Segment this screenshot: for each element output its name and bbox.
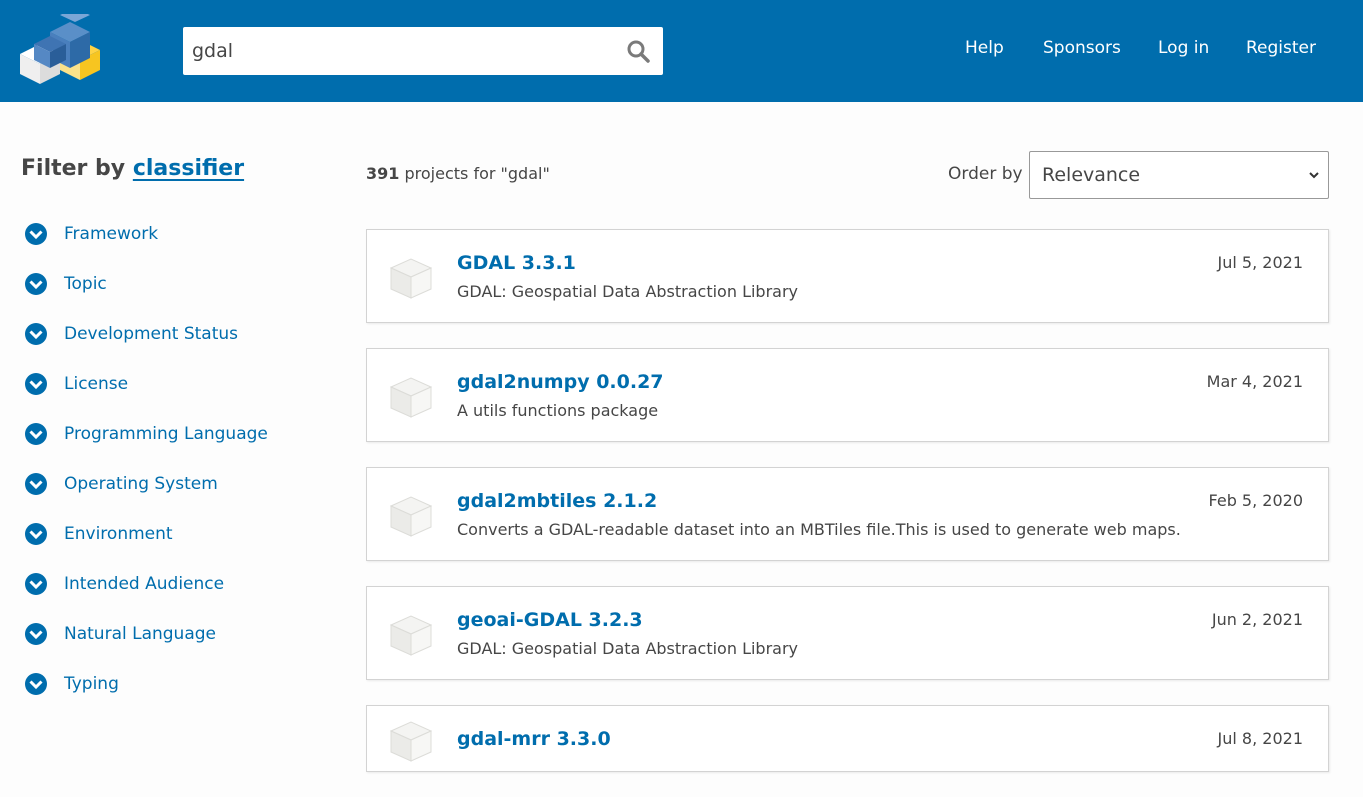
chevron-down-icon	[25, 573, 47, 595]
filter-item-natural-language[interactable]: Natural Language	[24, 621, 268, 671]
filter-item-programming-language[interactable]: Programming Language	[24, 421, 268, 471]
chevron-down-icon	[25, 623, 47, 645]
classifier-link[interactable]: classifier	[133, 156, 244, 181]
results-count-number: 391	[366, 164, 400, 183]
filter-item-label: Typing	[64, 674, 119, 694]
chevron-down-icon	[25, 473, 47, 495]
package-card[interactable]: GDAL 3.3.1 GDAL: Geospatial Data Abstrac…	[366, 229, 1329, 323]
order-by-select[interactable]: Relevance	[1029, 151, 1329, 199]
package-description: A utils functions package	[457, 401, 659, 420]
results-list: GDAL 3.3.1 GDAL: Geospatial Data Abstrac…	[366, 229, 1329, 797]
filter-item-label: Natural Language	[64, 624, 217, 644]
results-count: 391 projects for "gdal"	[366, 164, 550, 183]
filter-item-label: Framework	[64, 224, 159, 244]
filter-item-license[interactable]: License	[24, 371, 268, 421]
package-icon	[389, 258, 433, 299]
chevron-down-icon	[25, 223, 47, 245]
filter-item-label: Programming Language	[64, 424, 268, 444]
package-card[interactable]: gdal-mrr 3.3.0 Jul 8, 2021	[366, 705, 1329, 772]
package-description: Converts a GDAL-readable dataset into an…	[457, 520, 1181, 539]
chevron-down-icon	[25, 373, 47, 395]
filter-item-label: License	[64, 374, 129, 394]
filter-item-label: Environment	[64, 524, 173, 544]
chevron-down-icon	[25, 423, 47, 445]
filter-heading-prefix: Filter by	[21, 156, 126, 181]
package-icon	[389, 496, 433, 537]
filter-item-label: Development Status	[64, 324, 239, 344]
filter-item-intended-audience[interactable]: Intended Audience	[24, 571, 268, 621]
filter-item-label: Topic	[64, 274, 107, 294]
package-card[interactable]: gdal2mbtiles 2.1.2 Converts a GDAL-reada…	[366, 467, 1329, 561]
search-box	[183, 27, 663, 75]
package-date: Jul 5, 2021	[1217, 253, 1303, 272]
package-icon	[389, 377, 433, 418]
package-description: GDAL: Geospatial Data Abstraction Librar…	[457, 282, 799, 301]
filter-item-typing[interactable]: Typing	[24, 671, 268, 721]
package-name: gdal2numpy 0.0.27	[457, 371, 664, 393]
nav-help[interactable]: Help	[965, 38, 1004, 58]
filter-item-topic[interactable]: Topic	[24, 271, 268, 321]
nav-register[interactable]: Register	[1246, 38, 1316, 58]
filter-item-operating-system[interactable]: Operating System	[24, 471, 268, 521]
nav-sponsors[interactable]: Sponsors	[1043, 38, 1121, 58]
package-description: GDAL: Geospatial Data Abstraction Librar…	[457, 639, 799, 658]
package-name: gdal-mrr 3.3.0	[457, 728, 611, 750]
search-input[interactable]	[183, 27, 613, 75]
package-name: GDAL 3.3.1	[457, 252, 576, 274]
package-icon	[389, 615, 433, 656]
filter-item-label: Operating System	[64, 474, 218, 494]
filter-item-development-status[interactable]: Development Status	[24, 321, 268, 371]
package-name: geoai-GDAL 3.2.3	[457, 609, 643, 631]
package-name: gdal2mbtiles 2.1.2	[457, 490, 658, 512]
filter-item-framework[interactable]: Framework	[24, 221, 268, 271]
filter-heading: Filter by classifier	[21, 156, 244, 181]
filter-item-environment[interactable]: Environment	[24, 521, 268, 571]
package-date: Jun 2, 2021	[1211, 610, 1303, 629]
filter-item-label: Intended Audience	[64, 574, 225, 594]
chevron-down-icon	[25, 673, 47, 695]
chevron-down-icon	[25, 523, 47, 545]
package-date: Mar 4, 2021	[1206, 372, 1303, 391]
results-count-text: projects for "gdal"	[404, 164, 550, 183]
package-card[interactable]: geoai-GDAL 3.2.3 GDAL: Geospatial Data A…	[366, 586, 1329, 680]
chevron-down-icon	[1309, 172, 1319, 179]
package-icon	[389, 721, 433, 762]
package-date: Jul 8, 2021	[1217, 729, 1303, 748]
order-by-value: Relevance	[1042, 164, 1141, 186]
nav-log-in[interactable]: Log in	[1158, 38, 1209, 58]
search-icon	[627, 40, 650, 63]
pypi-logo[interactable]	[20, 14, 100, 84]
chevron-down-icon	[25, 323, 47, 345]
chevron-down-icon	[25, 273, 47, 295]
header-bar: Help Sponsors Log in Register	[0, 0, 1363, 102]
order-by-label: Order by	[948, 164, 1023, 184]
search-button[interactable]	[623, 37, 653, 65]
package-date: Feb 5, 2020	[1208, 491, 1303, 510]
classifier-filter-list: Framework Topic Development Status Licen…	[24, 221, 268, 721]
package-card[interactable]: gdal2numpy 0.0.27 A utils functions pack…	[366, 348, 1329, 442]
